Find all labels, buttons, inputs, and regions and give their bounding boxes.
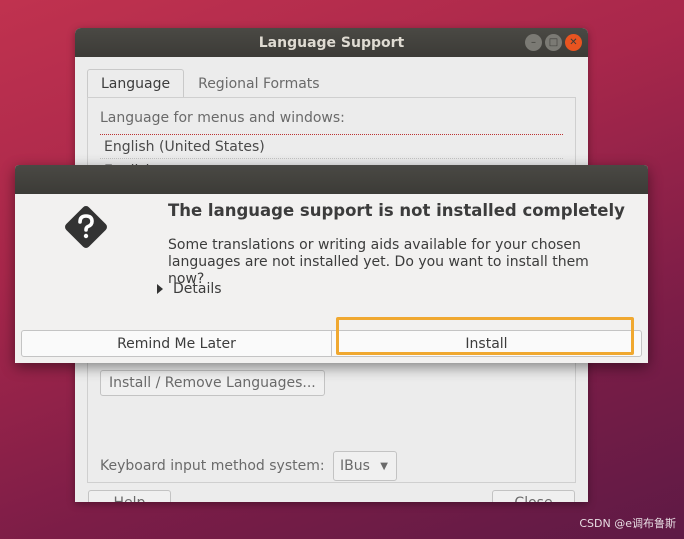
maximize-icon[interactable]: □ <box>545 34 562 51</box>
question-icon <box>65 206 107 248</box>
details-label: Details <box>173 281 222 297</box>
dialog-button-row: Remind Me Later Install <box>21 330 642 357</box>
keyboard-input-label: Keyboard input method system: <box>100 458 325 474</box>
keyboard-input-value: IBus <box>340 458 370 474</box>
window-controls: – □ ✕ <box>525 34 582 51</box>
dialog-titlebar[interactable] <box>15 165 648 194</box>
minimize-icon[interactable]: – <box>525 34 542 51</box>
watermark: CSDN @e调布鲁斯 <box>579 517 676 530</box>
close-button[interactable]: Close <box>492 490 575 502</box>
close-icon[interactable]: ✕ <box>565 34 582 51</box>
window-titlebar[interactable]: Language Support – □ ✕ <box>75 28 588 57</box>
dialog-message: Some translations or writing aids availa… <box>168 237 589 287</box>
tab-language[interactable]: Language <box>87 69 185 97</box>
remind-me-later-button[interactable]: Remind Me Later <box>22 331 331 356</box>
menus-language-label: Language for menus and windows: <box>100 110 345 126</box>
tab-regional-formats[interactable]: Regional Formats <box>184 69 333 97</box>
dialog-title: The language support is not installed co… <box>168 201 625 220</box>
window-title: Language Support <box>258 34 405 51</box>
install-button[interactable]: Install <box>331 331 641 356</box>
help-button[interactable]: Help <box>88 490 171 502</box>
details-expander[interactable]: Details <box>157 281 222 297</box>
list-item[interactable]: English (United States) <box>100 135 563 159</box>
keyboard-input-select[interactable]: IBus ▼ <box>333 451 397 481</box>
tab-bar: Language Regional Formats <box>87 69 334 97</box>
chevron-down-icon: ▼ <box>380 461 388 472</box>
install-remove-languages-button[interactable]: Install / Remove Languages... <box>100 370 325 396</box>
triangle-right-icon <box>157 284 163 294</box>
incomplete-language-dialog: The language support is not installed co… <box>15 165 648 363</box>
